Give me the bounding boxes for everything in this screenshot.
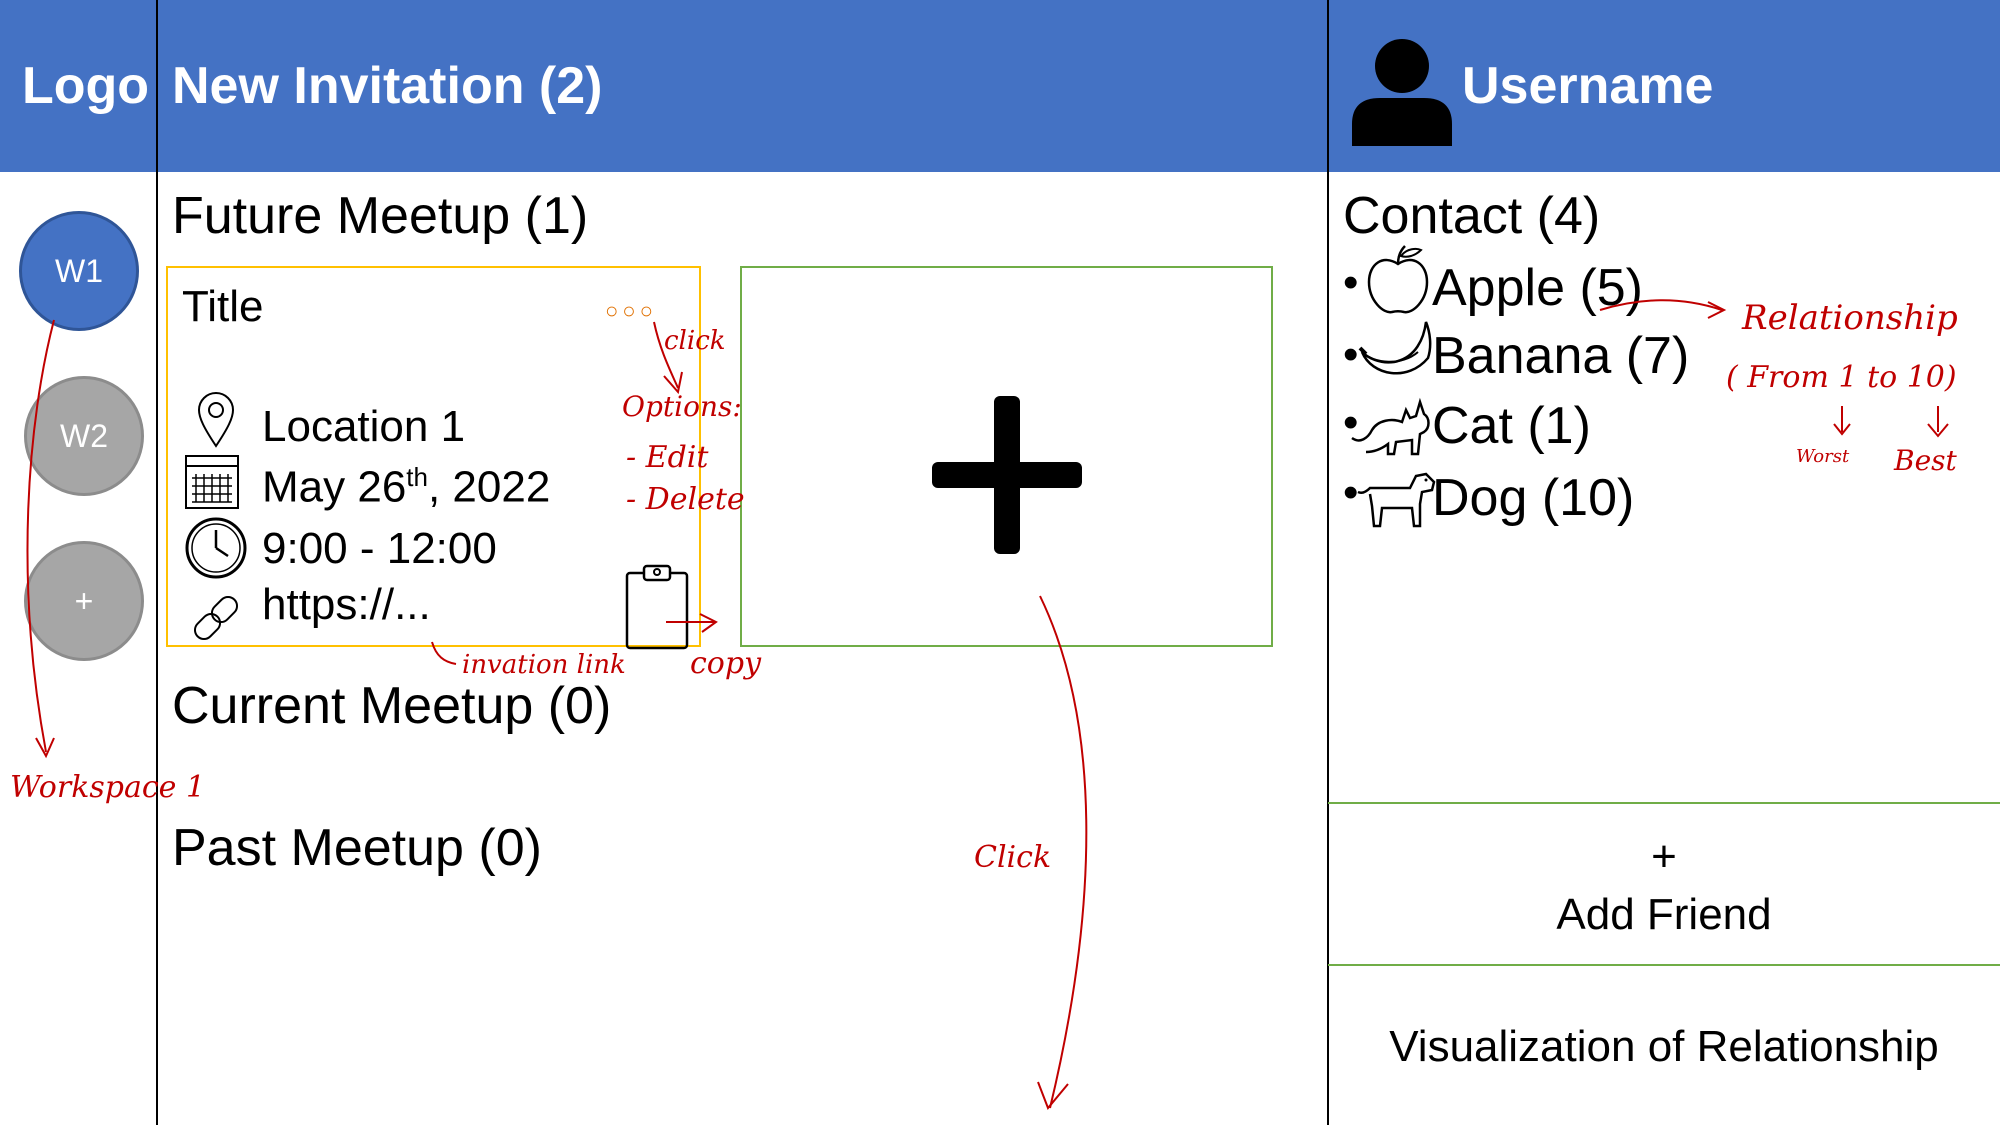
annotation-worst: Worst bbox=[1796, 446, 1850, 467]
annotation-relationship: Relationship bbox=[1742, 298, 1958, 338]
annotation-arrows bbox=[26, 299, 1949, 1110]
annotation-copy: copy bbox=[690, 646, 762, 681]
annotation-workspace: Workspace 1 bbox=[10, 770, 206, 805]
invitation-link-arrow bbox=[431, 641, 457, 665]
relationship-arrow bbox=[1599, 299, 1723, 311]
annotation-options: Options: bbox=[622, 390, 742, 423]
annotation-click-add: Click bbox=[974, 840, 1052, 875]
annotation-edit: - Edit bbox=[626, 440, 709, 475]
annotation-best: Best bbox=[1894, 444, 1957, 477]
workspace-arrow bbox=[26, 319, 55, 753]
annotation-delete: - Delete bbox=[626, 482, 745, 517]
annotation-click: click bbox=[664, 326, 726, 356]
annotation-invitation-link: invation link bbox=[462, 650, 626, 680]
annotation-range: ( From 1 to 10) bbox=[1726, 360, 1957, 395]
